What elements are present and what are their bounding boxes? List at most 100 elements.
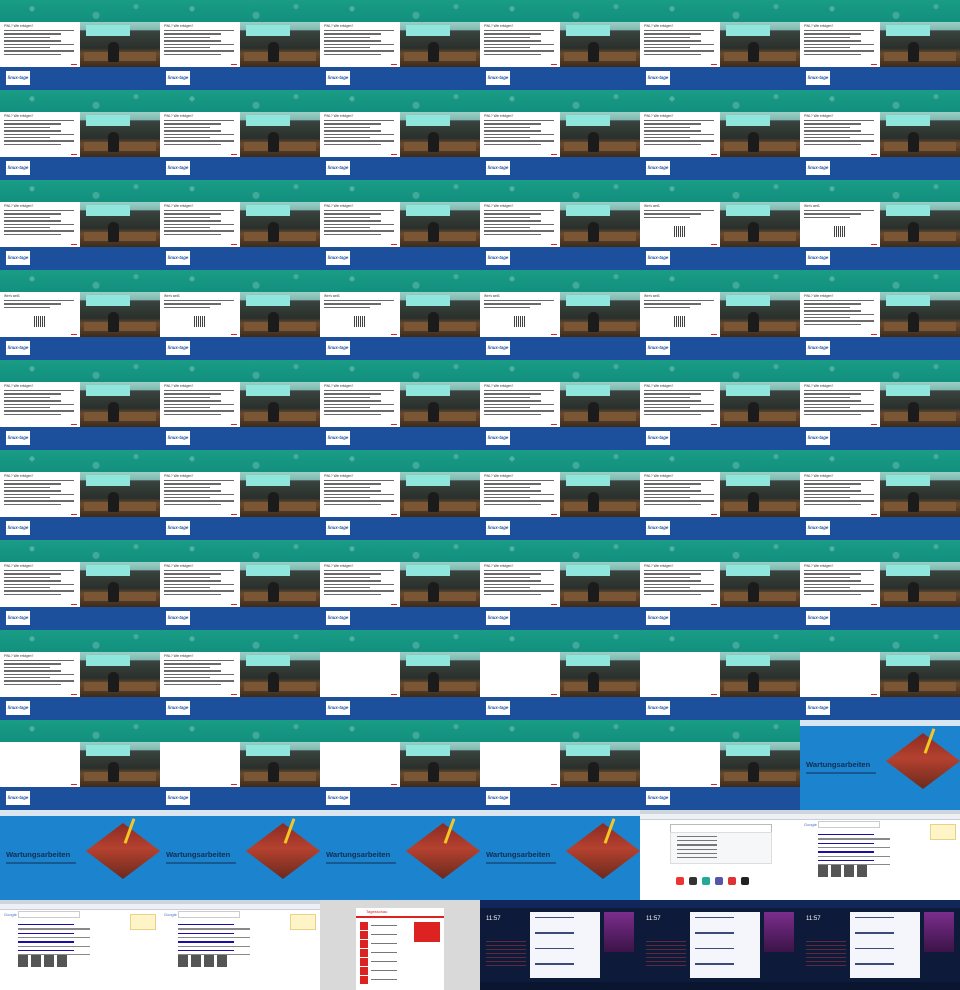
thumbnail-talk[interactable]: PWL? Wie erfolgen? linux-tage (800, 90, 960, 180)
thumbnail-talk[interactable]: PWL? Wie erfolgen? linux-tage (640, 450, 800, 540)
thumbnail-talk[interactable]: linux-tage (800, 630, 960, 720)
search-input[interactable] (178, 911, 240, 918)
thumbnail-talk[interactable]: PWL? Wie erfolgen? linux-tage (320, 360, 480, 450)
thumbnail-talk[interactable]: PWL? Wie erfolgen? linux-tage (320, 90, 480, 180)
news-item[interactable] (360, 922, 400, 930)
thumbnail-talk[interactable]: linux-tage (640, 720, 800, 810)
thumbnail-maint[interactable]: Wartungsarbeiten (0, 810, 160, 900)
thumbnail-talk[interactable]: Wer's weiß linux-tage (800, 180, 960, 270)
thumbnail-talk[interactable]: PWL? Wie erfolgen? linux-tage (160, 0, 320, 90)
thumbnail-talk[interactable]: PWL? Wie erfolgen? linux-tage (0, 450, 160, 540)
speaker (268, 312, 279, 332)
search-input[interactable] (818, 821, 880, 828)
thumbnail-news[interactable]: Tagesschau (320, 900, 480, 990)
thumbnail-search[interactable]: Google (160, 900, 320, 990)
thumbnail-talk[interactable]: PWL? Wie erfolgen? linux-tage (0, 90, 160, 180)
slide-title: PWL? Wie erfolgen? (804, 564, 834, 568)
linux-tage-logo: linux-tage (326, 71, 350, 85)
news-item[interactable] (360, 940, 400, 948)
thumbnail-talk[interactable]: PWL? Wie erfolgen? linux-tage (800, 360, 960, 450)
thumbnail-talk[interactable]: PWL? Wie erfolgen? linux-tage (160, 360, 320, 450)
thumbnail-talk[interactable]: linux-tage (160, 720, 320, 810)
slide-bullets (484, 480, 554, 507)
desk (244, 592, 316, 601)
thumbnail-talk[interactable]: Wer's weiß linux-tage (480, 270, 640, 360)
thumbnail-talk[interactable]: PWL? Wie erfolgen? linux-tage (0, 360, 160, 450)
connection-list[interactable] (690, 912, 760, 978)
thumbnail-talk[interactable]: PWL? Wie erfolgen? linux-tage (800, 540, 960, 630)
connection-list[interactable] (530, 912, 600, 978)
thumbnail-talk[interactable]: PWL? Wie erfolgen? linux-tage (640, 360, 800, 450)
address-bar[interactable] (640, 814, 800, 820)
thumbnail-train[interactable]: 11:57 (800, 900, 960, 990)
address-bar[interactable] (800, 814, 960, 820)
thumbnail-talk[interactable]: PWL? Wie erfolgen? linux-tage (480, 180, 640, 270)
thumbnail-talk[interactable]: Wer's weiß linux-tage (640, 270, 800, 360)
slide-footer-mark (711, 153, 717, 155)
thumbnail-talk[interactable]: linux-tage (0, 720, 160, 810)
top-sites[interactable] (676, 872, 766, 885)
image-results[interactable] (178, 954, 238, 968)
thumbnail-talk[interactable]: PWL? Wie erfolgen? linux-tage (0, 180, 160, 270)
thumbnail-talk[interactable]: linux-tage (480, 630, 640, 720)
news-item[interactable] (360, 949, 400, 957)
thumbnail-talk[interactable]: PWL? Wie erfolgen? linux-tage (160, 450, 320, 540)
advertisement (604, 912, 634, 952)
thumbnail-train[interactable]: 11:57 (480, 900, 640, 990)
thumbnail-talk[interactable]: PWL? Wie erfolgen? linux-tage (0, 540, 160, 630)
thumbnail-search[interactable]: Google (0, 900, 160, 990)
thumbnail-talk[interactable]: PWL? Wie erfolgen? linux-tage (800, 450, 960, 540)
news-item[interactable] (360, 931, 400, 939)
thumbnail-talk[interactable]: Wer's weiß linux-tage (320, 270, 480, 360)
thumbnail-talk[interactable]: PWL? Wie erfolgen? linux-tage (0, 630, 160, 720)
thumbnail-talk[interactable]: Wer's weiß linux-tage (640, 180, 800, 270)
thumbnail-talk[interactable]: PWL? Wie erfolgen? linux-tage (800, 270, 960, 360)
thumbnail-talk[interactable]: PWL? Wie erfolgen? linux-tage (480, 90, 640, 180)
thumbnail-talk[interactable]: PWL? Wie erfolgen? linux-tage (480, 360, 640, 450)
thumbnail-maint[interactable]: Wartungsarbeiten (320, 810, 480, 900)
slide-bullets (644, 390, 714, 417)
thumbnail-talk[interactable]: PWL? Wie erfolgen? linux-tage (320, 450, 480, 540)
thumbnail-talk[interactable]: PWL? Wie erfolgen? linux-tage (0, 0, 160, 90)
thumbnail-talk[interactable]: PWL? Wie erfolgen? linux-tage (640, 90, 800, 180)
search-suggestions[interactable] (670, 832, 772, 864)
thumbnail-talk[interactable]: PWL? Wie erfolgen? linux-tage (320, 180, 480, 270)
thumbnail-talk[interactable]: PWL? Wie erfolgen? linux-tage (160, 90, 320, 180)
thumbnail-talk[interactable]: linux-tage (320, 720, 480, 810)
thumbnail-talk[interactable]: linux-tage (640, 630, 800, 720)
news-item[interactable] (360, 958, 400, 966)
thumbnail-talk[interactable]: linux-tage (320, 630, 480, 720)
thumbnail-maint[interactable]: Wartungsarbeiten (160, 810, 320, 900)
news-teaser[interactable] (414, 922, 440, 942)
speaker-camera (560, 652, 640, 697)
thumbnail-talk[interactable]: PWL? Wie erfolgen? linux-tage (640, 0, 800, 90)
news-item[interactable] (360, 967, 400, 975)
thumbnail-talk[interactable]: PWL? Wie erfolgen? linux-tage (480, 0, 640, 90)
thumbnail-talk[interactable]: Wer's weiß linux-tage (0, 270, 160, 360)
thumbnail-train[interactable]: 11:57 (640, 900, 800, 990)
thumbnail-talk[interactable]: Wer's weiß linux-tage (160, 270, 320, 360)
thumbnail-talk[interactable]: PWL? Wie erfolgen? linux-tage (320, 540, 480, 630)
slide-title: PWL? Wie erfolgen? (644, 474, 674, 478)
thumbnail-talk[interactable]: PWL? Wie erfolgen? linux-tage (640, 540, 800, 630)
thumbnail-maint[interactable]: Wartungsarbeiten (480, 810, 640, 900)
thumbnail-talk[interactable]: PWL? Wie erfolgen? linux-tage (800, 0, 960, 90)
search-input[interactable] (18, 911, 80, 918)
thumbnail-maint[interactable]: Wartungsarbeiten (800, 720, 960, 810)
image-results[interactable] (18, 954, 78, 968)
thumbnail-talk[interactable]: PWL? Wie erfolgen? linux-tage (320, 0, 480, 90)
thumbnail-talk[interactable]: PWL? Wie erfolgen? linux-tage (480, 450, 640, 540)
thumbnail-talk[interactable]: PWL? Wie erfolgen? linux-tage (480, 540, 640, 630)
address-bar[interactable] (0, 904, 160, 910)
thumbnail-talk[interactable]: PWL? Wie erfolgen? linux-tage (160, 630, 320, 720)
thumbnail-talk[interactable]: PWL? Wie erfolgen? linux-tage (160, 540, 320, 630)
thumbnail-talk[interactable]: linux-tage (480, 720, 640, 810)
thumbnail-talk[interactable]: PWL? Wie erfolgen? linux-tage (160, 180, 320, 270)
thumbnail-browser[interactable] (640, 810, 800, 900)
presentation-slide: PWL? Wie erfolgen? (0, 562, 80, 607)
connection-list[interactable] (850, 912, 920, 978)
thumbnail-search[interactable]: Google (800, 810, 960, 900)
news-item[interactable] (360, 976, 400, 984)
image-results[interactable] (818, 864, 878, 878)
address-bar[interactable] (160, 904, 320, 910)
